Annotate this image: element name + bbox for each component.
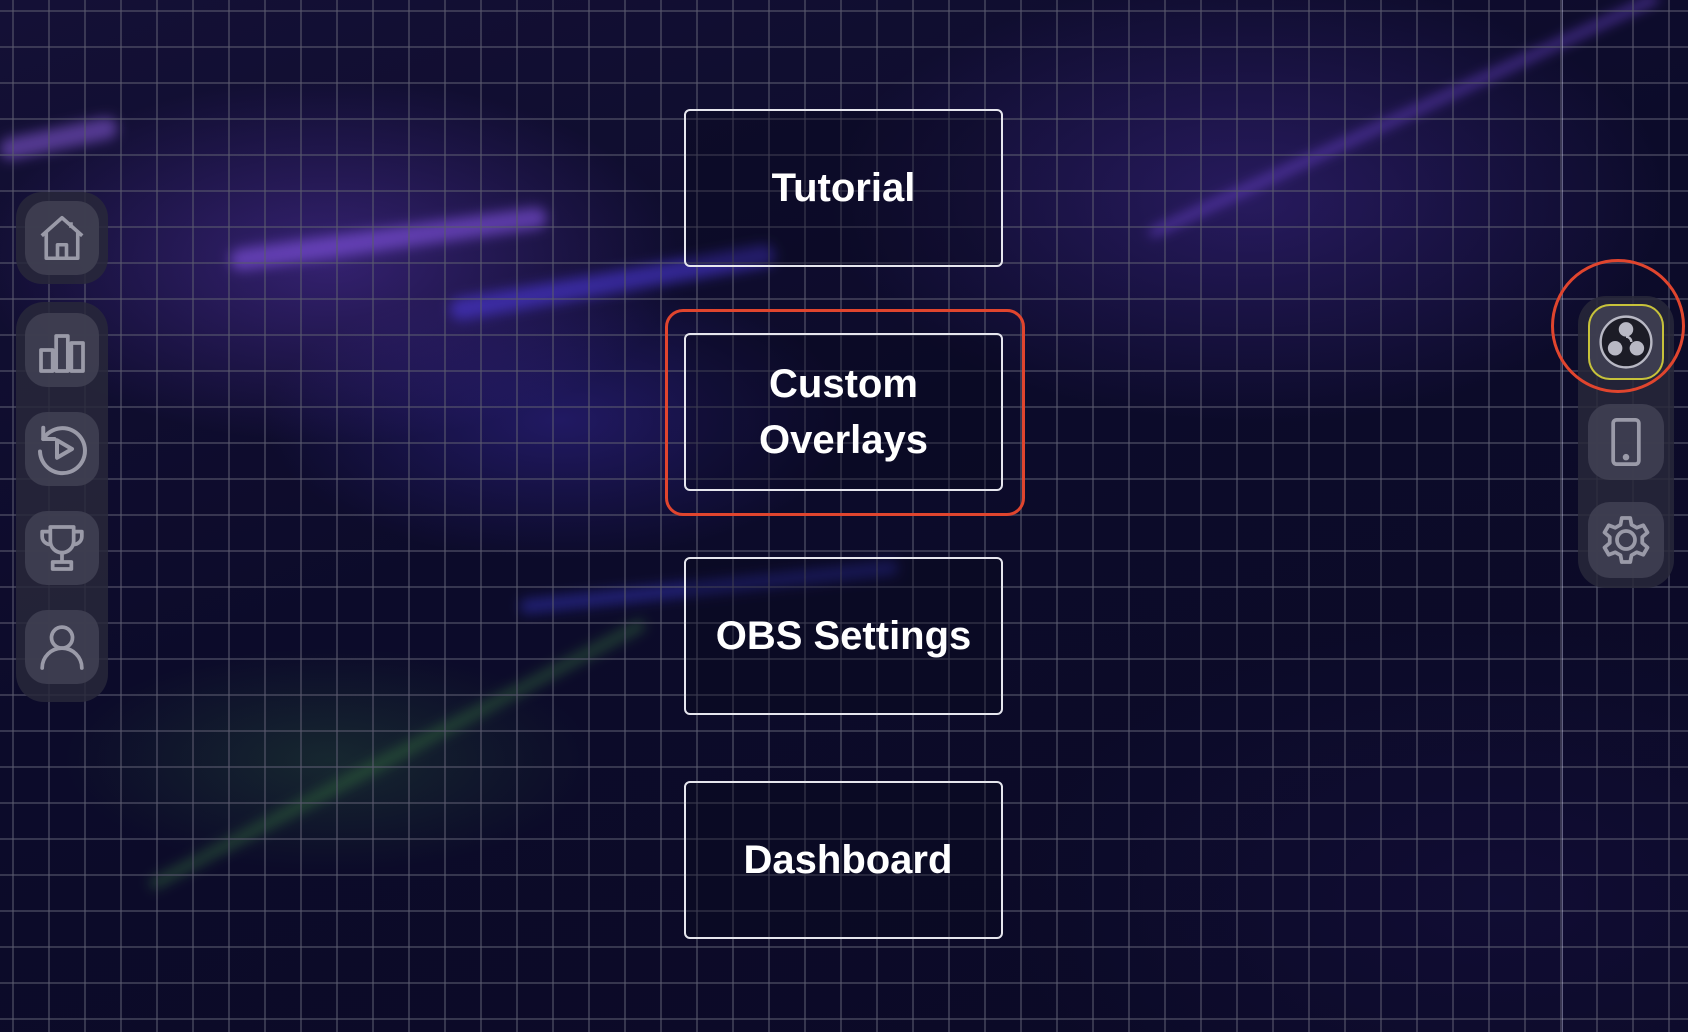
- left-nav: [16, 302, 108, 702]
- highlight-circle: [1551, 259, 1685, 393]
- user-icon: [40, 625, 84, 670]
- obs-settings-label: OBS Settings: [715, 614, 972, 658]
- dashboard-label: Dashboard: [743, 838, 953, 882]
- replay-button[interactable]: [25, 412, 99, 486]
- dashboard-button[interactable]: Dashboard: [684, 781, 1003, 939]
- mobile-button[interactable]: [1588, 404, 1664, 480]
- bar-chart-icon: [39, 334, 85, 373]
- phone-icon: [1611, 417, 1641, 467]
- replay-icon: [38, 425, 87, 476]
- home-button[interactable]: [25, 201, 99, 275]
- trophy-icon: [40, 525, 84, 571]
- tutorial-button[interactable]: Tutorial: [684, 109, 1003, 267]
- stats-button[interactable]: [25, 313, 99, 387]
- gear-icon: [1602, 516, 1650, 564]
- trophy-button[interactable]: [25, 511, 99, 585]
- obs-settings-button[interactable]: OBS Settings: [684, 557, 1003, 715]
- highlight-box: [665, 309, 1025, 516]
- settings-button[interactable]: [1588, 502, 1664, 578]
- left-nav-home-group: [16, 192, 108, 284]
- profile-button[interactable]: [25, 610, 99, 684]
- tutorial-label: Tutorial: [771, 166, 916, 210]
- home-icon: [40, 215, 84, 261]
